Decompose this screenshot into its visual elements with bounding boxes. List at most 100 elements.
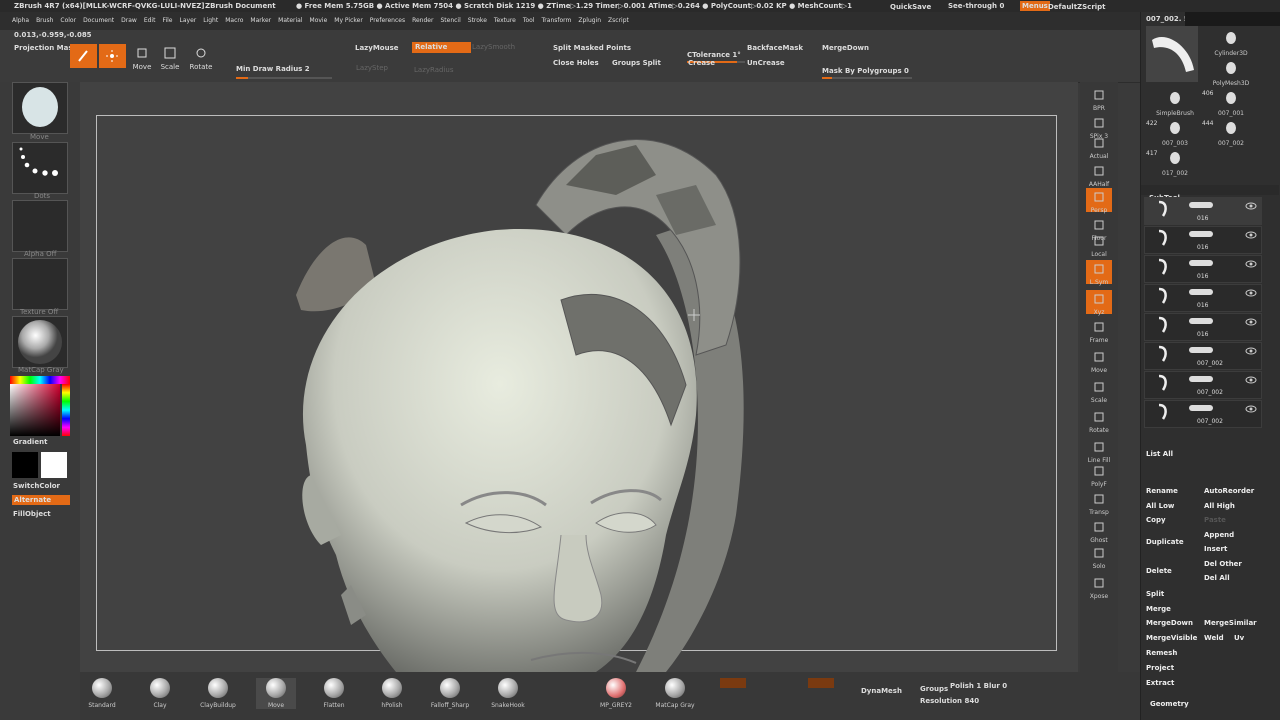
uv-button[interactable]: Uv	[1234, 634, 1244, 642]
polypaint-toggle[interactable]	[1189, 231, 1213, 237]
split-button[interactable]: Split	[1146, 590, 1164, 598]
menu-item-stencil[interactable]: Stencil	[440, 17, 460, 24]
eye-icon[interactable]	[1245, 289, 1257, 297]
zscript-button[interactable]: DefaultZScript	[1048, 3, 1106, 11]
copy-button[interactable]: Copy	[1146, 516, 1166, 524]
disabled-orange-button[interactable]	[720, 678, 746, 688]
remesh-button[interactable]: Remesh	[1146, 649, 1177, 657]
edit-button[interactable]	[70, 44, 97, 68]
backface-mask-button[interactable]: BackfaceMask	[747, 44, 803, 52]
menu-item-tool[interactable]: Tool	[523, 17, 535, 24]
menu-item-color[interactable]: Color	[60, 17, 76, 24]
shelf-button-xyz[interactable]: Xyz	[1086, 290, 1112, 316]
scale-button[interactable]: Scale	[158, 44, 182, 71]
geometry-header[interactable]: Geometry	[1150, 700, 1189, 708]
close-holes-button[interactable]: Close Holes	[553, 59, 599, 67]
brush-falloff-sharp[interactable]: Falloff_Sharp	[430, 678, 470, 709]
main-color-swatch[interactable]	[12, 452, 38, 478]
menu-item-texture[interactable]: Texture	[494, 17, 516, 24]
material-mp-grey2[interactable]: MP_GREY2	[596, 678, 636, 709]
menu-item-preferences[interactable]: Preferences	[370, 17, 405, 24]
tool-item-007_002[interactable]: 444 007_002	[1202, 120, 1256, 148]
move-button[interactable]: Move	[130, 44, 154, 71]
menu-item-brush[interactable]: Brush	[36, 17, 53, 24]
eye-icon[interactable]	[1245, 405, 1257, 413]
shelf-button-frame[interactable]: Frame	[1086, 318, 1112, 344]
shelf-button-xpose[interactable]: Xpose	[1086, 574, 1112, 600]
tool-item-simplebrush[interactable]: SimpleBrush	[1150, 90, 1200, 118]
subtool-row[interactable]: 016	[1144, 284, 1262, 312]
menu-item-material[interactable]: Material	[278, 17, 302, 24]
subtool-row[interactable]: 016	[1144, 255, 1262, 283]
merge-button[interactable]: Merge	[1146, 605, 1171, 613]
brush-snakehook[interactable]: SnakeHook	[488, 678, 528, 709]
lazy-radius-slider[interactable]: LazyRadius	[414, 66, 453, 74]
see-through-slider[interactable]: See-through 0	[948, 2, 1004, 10]
head-sculpt-model[interactable]	[96, 115, 1056, 672]
eye-icon[interactable]	[1245, 376, 1257, 384]
shelf-button-persp[interactable]: Persp	[1086, 188, 1112, 214]
menu-item-stroke[interactable]: Stroke	[468, 17, 487, 24]
shelf-button-actual[interactable]: Actual	[1086, 134, 1112, 160]
polypaint-toggle[interactable]	[1189, 202, 1213, 208]
polypaint-toggle[interactable]	[1189, 318, 1213, 324]
insert-button[interactable]: Insert	[1204, 545, 1227, 553]
merge-visible-button[interactable]: MergeVisible	[1146, 634, 1197, 642]
lazy-step-slider[interactable]: LazyStep	[356, 64, 388, 72]
shelf-button-rotate[interactable]: Rotate	[1086, 408, 1112, 434]
quicksave-button[interactable]: QuickSave	[890, 3, 931, 11]
shelf-button-local[interactable]: Local	[1086, 232, 1112, 258]
brush-move[interactable]: Move	[256, 678, 296, 709]
menus-button[interactable]: Menus	[1020, 1, 1050, 11]
menu-item-document[interactable]: Document	[83, 17, 114, 24]
subtool-row[interactable]: 016	[1144, 313, 1262, 341]
texture-selector[interactable]	[12, 258, 68, 310]
brush-hpolish[interactable]: hPolish	[372, 678, 412, 709]
rename-button[interactable]: Rename	[1146, 487, 1178, 495]
menu-item-macro[interactable]: Macro	[225, 17, 243, 24]
draw-button[interactable]	[99, 44, 126, 68]
shelf-button-ghost[interactable]: Ghost	[1086, 518, 1112, 544]
resolution-slider[interactable]: Resolution 840	[920, 697, 979, 705]
brush-standard[interactable]: Standard	[82, 678, 122, 709]
paste-button[interactable]: Paste	[1204, 516, 1226, 524]
current-tool-thumbnail[interactable]	[1146, 26, 1198, 82]
menu-item-layer[interactable]: Layer	[180, 17, 197, 24]
secondary-color-swatch[interactable]	[41, 452, 67, 478]
shelf-button-polyf[interactable]: PolyF	[1086, 462, 1112, 488]
uncrease-button[interactable]: UnCrease	[747, 59, 785, 67]
polypaint-toggle[interactable]	[1189, 405, 1213, 411]
subtool-row[interactable]: 007_002	[1144, 371, 1262, 399]
menu-item-zplugin[interactable]: Zplugin	[578, 17, 601, 24]
menu-item-zscript[interactable]: Zscript	[608, 17, 629, 24]
relative-button[interactable]: Relative	[412, 42, 471, 53]
rotate-button[interactable]: Rotate	[188, 44, 214, 71]
polypaint-toggle[interactable]	[1189, 260, 1213, 266]
merge-down-button[interactable]: MergeDown	[822, 44, 869, 52]
merge-down-subtool-button[interactable]: MergeDown	[1146, 619, 1193, 627]
menu-item-alpha[interactable]: Alpha	[12, 17, 29, 24]
eye-icon[interactable]	[1245, 202, 1257, 210]
mask-by-polygroups-slider[interactable]: Mask By Polygroups 0	[822, 58, 912, 79]
shelf-button-line-fill[interactable]: Line Fill	[1086, 438, 1112, 464]
gradient-button[interactable]: Gradient	[13, 438, 47, 446]
eye-icon[interactable]	[1245, 231, 1257, 239]
lazy-mouse-button[interactable]: LazyMouse	[355, 44, 399, 52]
menu-item-file[interactable]: File	[162, 17, 172, 24]
duplicate-button[interactable]: Duplicate	[1146, 538, 1184, 546]
subtool-row[interactable]: 007_002	[1144, 400, 1262, 428]
menu-item-light[interactable]: Light	[203, 17, 218, 24]
all-low-button[interactable]: All Low	[1146, 502, 1174, 510]
tool-item-cylinder3d[interactable]: Cylinder3D	[1206, 30, 1256, 58]
polypaint-toggle[interactable]	[1189, 376, 1213, 382]
menu-item-movie[interactable]: Movie	[310, 17, 328, 24]
merge-similar-button[interactable]: MergeSimilar	[1204, 619, 1257, 627]
extract-button[interactable]: Extract	[1146, 679, 1174, 687]
shelf-button-aahalf[interactable]: AAHalf	[1086, 162, 1112, 188]
eye-icon[interactable]	[1245, 318, 1257, 326]
alternate-button[interactable]: Alternate	[12, 495, 70, 505]
dynamesh-button[interactable]: DynaMesh	[861, 687, 902, 695]
project-button[interactable]: Project	[1146, 664, 1174, 672]
subtool-row[interactable]: 007_002	[1144, 342, 1262, 370]
brush-clay[interactable]: Clay	[140, 678, 180, 709]
